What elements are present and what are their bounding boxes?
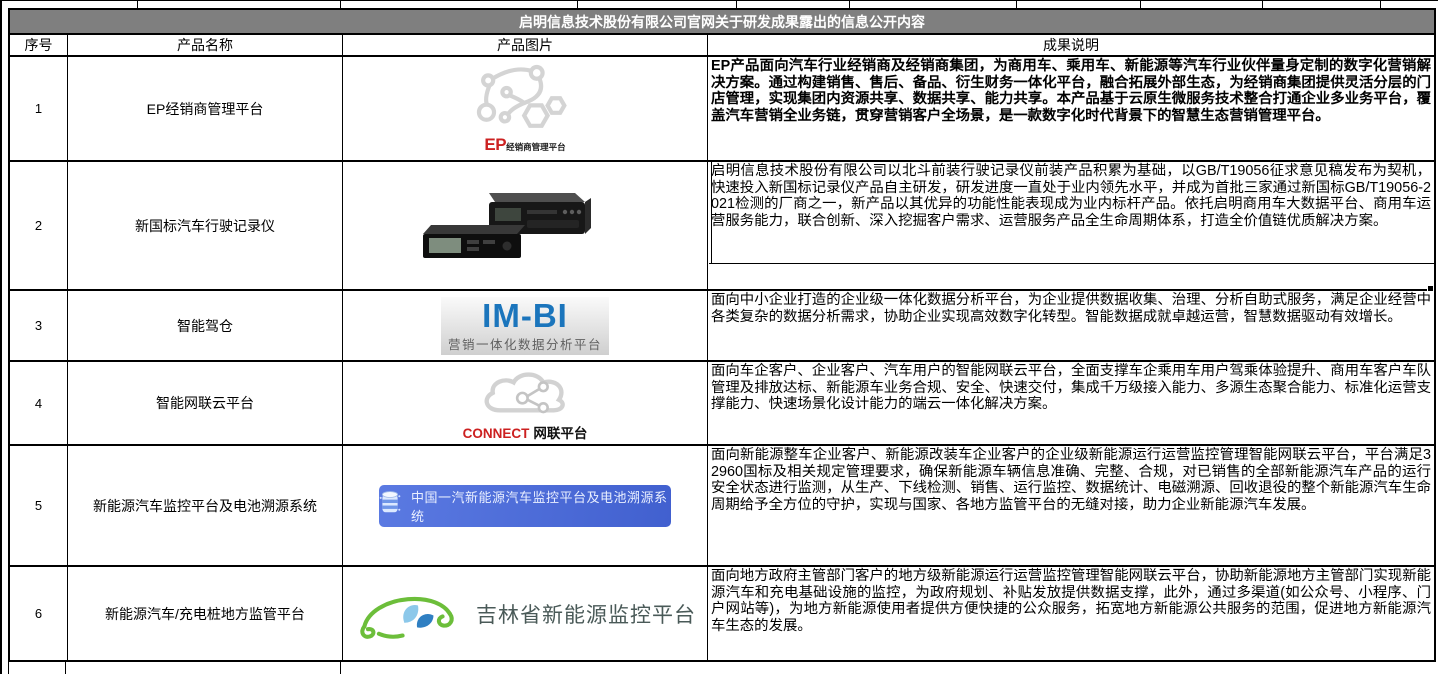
table-row: 1 EP经销商管理平台 <box>10 55 1434 160</box>
grid-tick <box>1140 0 1141 8</box>
imbi-logo-title: IM-BI <box>482 299 568 332</box>
grid-tick <box>1016 0 1017 8</box>
selection-fill-handle[interactable] <box>1427 285 1434 292</box>
product-image-cell[interactable]: IM-BI 营销一体化数据分析平台 <box>342 291 707 360</box>
description-cell[interactable]: 面向地方政府主管部门客户的地方级新能源运行运营监控管理智能网联云平台，协助新能源… <box>707 567 1434 660</box>
selection-left-border <box>711 162 712 263</box>
table-row: 6 新能源汽车/充电桩地方监管平台 <box>10 565 1434 660</box>
spreadsheet-canvas: 启明信息技术股份有限公司官网关于研发成果露出的信息公开内容 序号 产品名称 产品… <box>0 0 1438 674</box>
description-cell[interactable]: EP产品面向汽车行业经销商及经销商集团，为商用车、乘用车、新能源等汽车行业伙伴量… <box>707 57 1434 160</box>
selection-inner-border <box>709 263 1436 264</box>
grid-tick <box>1380 0 1381 8</box>
grid-tick <box>137 0 138 8</box>
serial-cell[interactable]: 5 <box>10 446 67 565</box>
description-cell[interactable]: 面向中小企业打造的企业级一体化数据分析平台，为企业提供数据收集、治理、分析自助式… <box>707 291 1434 360</box>
ep-logo-text: EP <box>484 135 506 155</box>
serial-cell[interactable]: 1 <box>10 57 67 160</box>
grid-tick <box>1262 0 1263 8</box>
product-image-cell[interactable]: CONNECT 网联平台 <box>342 362 707 444</box>
header-product-name[interactable]: 产品名称 <box>67 35 342 55</box>
header-description[interactable]: 成果说明 <box>707 35 1434 55</box>
grid-tick <box>577 0 578 8</box>
imbi-logo-subtitle: 营销一体化数据分析平台 <box>448 334 602 353</box>
imbi-logo: IM-BI 营销一体化数据分析平台 <box>441 297 609 355</box>
serial-cell[interactable]: 6 <box>10 567 67 660</box>
faw-banner-text: 中国一汽新能源汽车监控平台及电池溯源系统 <box>411 487 671 525</box>
table-row: 3 智能驾仓 IM-BI 营销一体化数据分析平台 面向中小企业打造的企业级一体化… <box>10 289 1434 360</box>
header-product-image[interactable]: 产品图片 <box>342 35 707 55</box>
product-image-cell[interactable]: 吉林省新能源监控平台 <box>342 567 707 660</box>
description-cell selected-cell[interactable]: 启明信息技术股份有限公司以北斗前装行驶记录仪前装产品积累为基础，以GB/T190… <box>707 162 1434 289</box>
description-cell[interactable]: 面向新能源整车企业客户、新能源改装车企业客户的企业级新能源运行运营监控管理智能网… <box>707 446 1434 565</box>
product-image-cell[interactable]: 中国一汽新能源汽车监控平台及电池溯源系统 <box>342 446 707 565</box>
product-image-cell[interactable] <box>342 162 707 289</box>
green-car-leaf-icon <box>354 581 462 646</box>
grid-edge-left <box>0 0 2 674</box>
description-cell[interactable]: 面向车企客户、企业客户、汽车用户的智能网联云平台，全面支撑车企乘用车用户驾乘体验… <box>707 362 1434 444</box>
table-header-row: 序号 产品名称 产品图片 成果说明 <box>10 33 1434 55</box>
product-name-cell[interactable]: EP经销商管理平台 <box>67 57 342 160</box>
serial-cell[interactable]: 4 <box>10 362 67 444</box>
header-serial[interactable]: 序号 <box>10 35 67 55</box>
connect-logo-text: CONNECT <box>463 426 530 441</box>
product-name-cell[interactable]: 智能网联云平台 <box>67 362 342 444</box>
battery-icon <box>379 489 401 522</box>
ep-logo-subtext: 经销商管理平台 <box>506 141 566 153</box>
recorder-devices-photo <box>413 186 638 265</box>
grid-stub <box>65 661 66 674</box>
table-title-row: 启明信息技术股份有限公司官网关于研发成果露出的信息公开内容 <box>10 10 1434 33</box>
grid-stub <box>8 661 9 674</box>
grid-edge-top <box>0 0 1438 1</box>
product-name-cell[interactable]: 新能源汽车监控平台及电池溯源系统 <box>67 446 342 565</box>
product-name-cell[interactable]: 新能源汽车/充电桩地方监管平台 <box>67 567 342 660</box>
page-title: 启明信息技术股份有限公司官网关于研发成果露出的信息公开内容 <box>10 12 1434 32</box>
grid-tick <box>340 0 341 8</box>
connect-logo-subtext: 网联平台 <box>533 422 587 442</box>
table-row: 4 智能网联云平台 <box>10 360 1434 444</box>
jilin-logo-text: 吉林省新能源监控平台 <box>476 599 696 629</box>
jilin-ev-logo: 吉林省新能源监控平台 <box>354 581 696 646</box>
serial-cell[interactable]: 2 <box>10 162 67 289</box>
table-row: 5 新能源汽车监控平台及电池溯源系统 <box>10 444 1434 565</box>
faw-banner: 中国一汽新能源汽车监控平台及电池溯源系统 <box>379 485 671 527</box>
connect-cloud-logo-icon <box>466 365 584 424</box>
grid-tick <box>849 0 850 8</box>
table-row: 2 新国标汽车行驶记录仪 <box>10 160 1434 289</box>
grid-tick <box>736 0 737 8</box>
serial-cell[interactable]: 3 <box>10 291 67 360</box>
product-name-cell[interactable]: 智能驾仓 <box>67 291 342 360</box>
grid-stub <box>340 661 341 674</box>
product-name-cell[interactable]: 新国标汽车行驶记录仪 <box>67 162 342 289</box>
product-image-cell[interactable]: EP 经销商管理平台 <box>342 57 707 160</box>
ep-network-logo-icon <box>450 62 600 139</box>
disclosure-table: 启明信息技术股份有限公司官网关于研发成果露出的信息公开内容 序号 产品名称 产品… <box>8 8 1436 662</box>
